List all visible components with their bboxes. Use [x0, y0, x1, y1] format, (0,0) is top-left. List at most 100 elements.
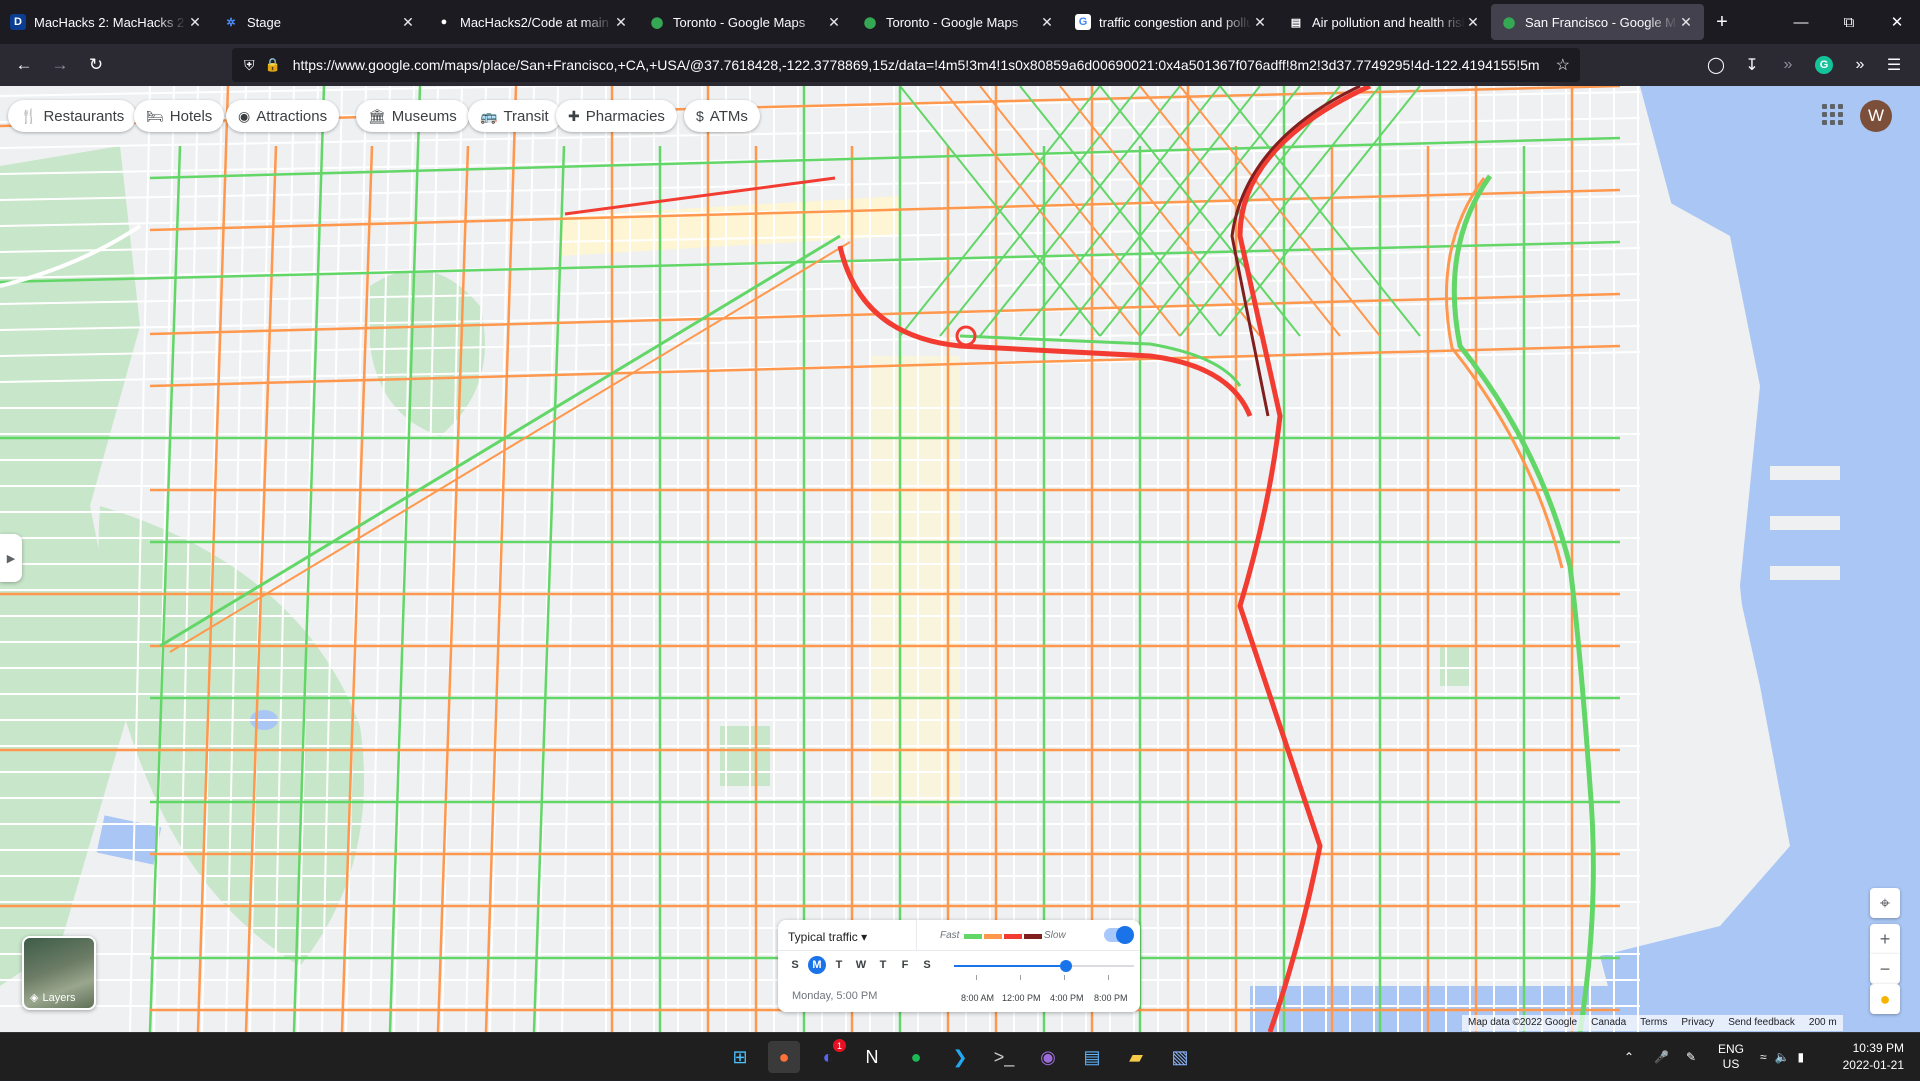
shield-icon[interactable]: ⛨ [244, 57, 255, 74]
close-window-button[interactable]: ✕ [1874, 0, 1920, 44]
zoom-in-button[interactable]: + [1870, 924, 1900, 954]
layers-button[interactable]: ◈ Layers [22, 936, 96, 1010]
scale-bar[interactable]: 200 m [1809, 1017, 1837, 1029]
d-logo-icon: D [10, 14, 26, 30]
category-chip-hotels[interactable]: 🛏 Hotels [134, 100, 225, 132]
url-text[interactable]: https://www.google.com/maps/place/San+Fr… [293, 57, 1573, 73]
system-tray-status[interactable]: ≈ 🔈 ▮ [1760, 1033, 1804, 1081]
street [369, 86, 391, 1032]
region-label: US [1722, 1057, 1740, 1071]
browser-tab[interactable]: ⬤ Toronto - Google Maps ✕ [639, 4, 852, 40]
discord-icon[interactable]: ◐ 1 [812, 1039, 846, 1073]
forward-button[interactable]: → [42, 49, 78, 81]
day-selector[interactable]: F [896, 956, 914, 974]
day-selector[interactable]: T [830, 956, 848, 974]
browser-tab[interactable]: ✲ Stage ✕ [213, 4, 426, 40]
category-chip-atms[interactable]: $ ATMs [684, 100, 760, 132]
reservoir-water [96, 815, 162, 865]
browser-tab[interactable]: D MacHacks 2: MacHacks 2 is ✕ [0, 4, 213, 40]
clock-time: 10:39 PM [1852, 1041, 1904, 1055]
day-selector[interactable]: W [852, 956, 870, 974]
close-tab-icon[interactable]: ✕ [826, 14, 842, 31]
close-tab-icon[interactable]: ✕ [1678, 14, 1694, 31]
pegman-icon[interactable]: ● [1870, 984, 1900, 1014]
browser-tab[interactable]: ▤ Air pollution and health risks ✕ [1278, 4, 1491, 40]
close-tab-icon[interactable]: ✕ [1039, 14, 1055, 31]
downloads-icon[interactable]: ↧ [1736, 49, 1768, 81]
terms-link[interactable]: Terms [1640, 1017, 1667, 1029]
windows-start-icon[interactable]: ⊞ [724, 1041, 756, 1073]
browser-tab[interactable]: ⬤ Toronto - Google Maps ✕ [852, 4, 1065, 40]
time-label: 12:00 PM [1002, 993, 1041, 1003]
browser-tab[interactable]: ⬤ San Francisco - Google Maps✕ [1491, 4, 1704, 40]
grammarly-icon[interactable]: G [1808, 49, 1840, 81]
zoom-out-button[interactable]: − [1870, 954, 1900, 984]
lock-icon[interactable]: 🔒 [265, 57, 281, 73]
category-chip-restaurants[interactable]: 🍴 Restaurants [8, 100, 137, 132]
time-slider-fill [954, 965, 1066, 967]
expand-side-panel-button[interactable]: ▶ [0, 534, 22, 582]
time-slider-handle[interactable] [1059, 960, 1072, 972]
image-viewer-icon[interactable]: ▧ [1164, 1041, 1196, 1073]
slider-tick [1064, 975, 1065, 980]
overflow-menu-icon[interactable]: » [1844, 49, 1876, 81]
terminal-icon[interactable]: >_ [988, 1041, 1020, 1073]
vscode-icon[interactable]: ❯ [944, 1041, 976, 1073]
extension-icon[interactable]: » [1772, 49, 1804, 81]
browser-tab[interactable]: Gtraffic congestion and polluti ✕ [1065, 4, 1278, 40]
close-tab-icon[interactable]: ✕ [613, 14, 629, 31]
file-explorer-icon[interactable]: ▰ [1120, 1041, 1152, 1073]
traffic-mode-label: Typical traffic [788, 930, 858, 944]
country-link[interactable]: Canada [1591, 1017, 1626, 1029]
clock[interactable]: 10:39 PM 2022-01-21 [1836, 1033, 1904, 1081]
maps-pin-icon: ⬤ [650, 16, 664, 29]
fork-knife-icon: 🍴 [20, 107, 38, 124]
battery-icon: ▮ [1797, 1050, 1805, 1064]
chip-label: Museums [391, 107, 457, 125]
slider-tick [1020, 975, 1021, 980]
hamburger-menu-icon[interactable]: ☰ [1878, 49, 1910, 81]
back-button[interactable]: ← [6, 49, 42, 81]
day-selector[interactable]: T [874, 956, 892, 974]
category-chip-attractions[interactable]: ◉ Attractions [226, 100, 340, 132]
avatar[interactable]: W [1860, 100, 1892, 132]
new-tab-button[interactable]: + [1704, 11, 1740, 34]
microphone-icon[interactable]: 🎤 [1654, 1033, 1669, 1081]
category-chip-transit[interactable]: 🚌 Transit [468, 100, 561, 132]
reload-button[interactable]: ↻ [78, 49, 114, 81]
close-tab-icon[interactable]: ✕ [187, 14, 203, 31]
spotify-icon[interactable]: ● [900, 1041, 932, 1073]
traffic-mode-dropdown[interactable]: Typical traffic ▾ [788, 930, 867, 944]
restore-button[interactable]: ⧉ [1826, 0, 1872, 44]
minimize-button[interactable]: — [1778, 0, 1824, 44]
firefox-icon[interactable]: ● [768, 1041, 800, 1073]
category-chip-pharmacies[interactable]: ✚ Pharmacies [556, 100, 677, 132]
traffic-toggle[interactable] [1104, 926, 1134, 944]
dropdown-arrow-icon: ▾ [861, 930, 868, 944]
close-tab-icon[interactable]: ✕ [1252, 14, 1268, 31]
category-chip-museums[interactable]: 🏛 Museums [356, 100, 469, 132]
day-selector[interactable]: M [808, 956, 826, 974]
document-icon: ▤ [1290, 16, 1302, 29]
google-apps-icon[interactable] [1820, 102, 1844, 126]
close-tab-icon[interactable]: ✕ [400, 14, 416, 31]
notion-icon[interactable]: N [856, 1041, 888, 1073]
my-location-button[interactable]: ⌖ [1870, 888, 1900, 918]
send-feedback-link[interactable]: Send feedback [1728, 1017, 1795, 1029]
browser-tab[interactable]: ● MacHacks2/Code at main · d ✕ [426, 4, 639, 40]
pen-icon[interactable]: ✎ [1686, 1033, 1696, 1081]
notepad-icon[interactable]: ▤ [1076, 1041, 1108, 1073]
address-bar[interactable]: ⛨ 🔒 https://www.google.com/maps/place/Sa… [232, 48, 1580, 82]
bookmark-star-icon[interactable]: ☆ [1556, 55, 1570, 75]
day-selector[interactable]: S [786, 956, 804, 974]
github-icon: ● [440, 16, 448, 28]
close-tab-icon[interactable]: ✕ [1465, 14, 1481, 31]
tray-chevron-icon[interactable]: ⌃ [1624, 1033, 1634, 1081]
day-selector[interactable]: S [918, 956, 936, 974]
pocket-icon[interactable]: ◯ [1700, 49, 1732, 81]
github-desktop-icon[interactable]: ◉ [1032, 1041, 1064, 1073]
privacy-link[interactable]: Privacy [1681, 1017, 1714, 1029]
map-canvas[interactable]: 🍴 Restaurants 🛏 Hotels ◉ Attractions 🏛 Museums 🚌… [0, 86, 1920, 1032]
park-area [720, 726, 770, 786]
language-indicator[interactable]: ENG US [1718, 1033, 1744, 1081]
